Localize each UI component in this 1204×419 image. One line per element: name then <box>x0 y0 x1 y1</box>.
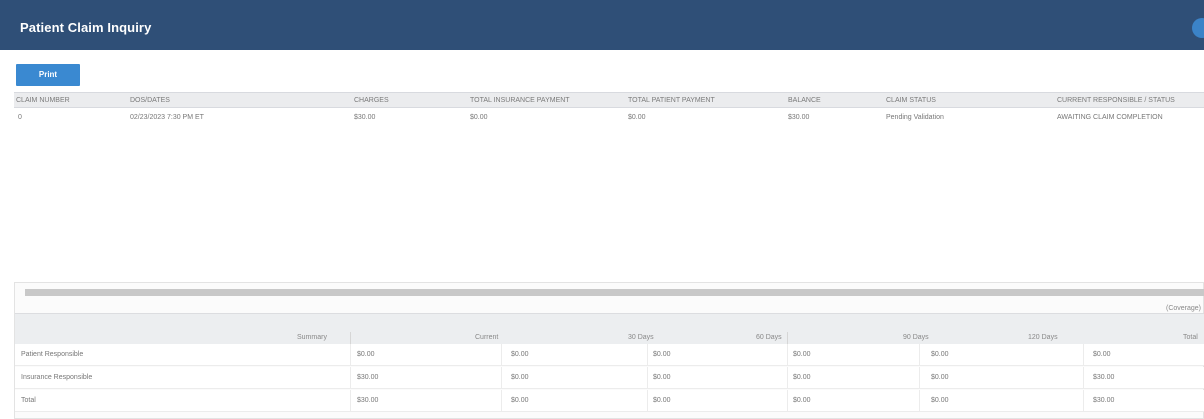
value-cell: $0.00 <box>793 374 811 381</box>
claims-table-header: CLAIM NUMBER DOS/DATES CHARGES TOTAL INS… <box>14 92 1204 108</box>
print-button[interactable]: Print <box>16 64 80 86</box>
value-cell: $0.00 <box>653 351 671 358</box>
value-cell: $0.00 <box>653 374 671 381</box>
value-cell: $30.00 <box>357 374 379 381</box>
row-label: Patient Responsible <box>21 351 84 358</box>
aging-summary-panel: (Coverage) Summary Current 30 Days 60 Da… <box>14 282 1204 419</box>
table-row: Total $30.00 $0.00 $0.00 $0.00 $0.00 $30… <box>15 390 1204 412</box>
column-header-current-responsible-status[interactable]: CURRENT RESPONSIBLE / STATUS <box>1057 97 1175 104</box>
value-cell: $0.00 <box>357 351 375 358</box>
column-header-90-days: 90 Days <box>903 334 929 341</box>
total-insurance-payment-cell: $0.00 <box>470 114 488 121</box>
page-header: Patient Claim Inquiry <box>0 0 1204 50</box>
column-divider <box>919 367 920 389</box>
claims-table: CLAIM NUMBER DOS/DATES CHARGES TOTAL INS… <box>14 92 1204 128</box>
column-divider <box>919 390 920 412</box>
table-row: Insurance Responsible $30.00 $0.00 $0.00… <box>15 367 1204 389</box>
column-header-total: Total <box>1183 334 1198 341</box>
summary-table-header: Summary Current 30 Days 60 Days 90 Days … <box>15 313 1204 348</box>
column-header-120-days: 120 Days <box>1028 334 1058 341</box>
column-header-claim-status[interactable]: CLAIM STATUS <box>886 97 936 104</box>
table-row: Patient Responsible $0.00 $0.00 $0.00 $0… <box>15 344 1204 366</box>
column-header-total-patient-payment[interactable]: TOTAL PATIENT PAYMENT <box>628 97 715 104</box>
column-header-charges[interactable]: CHARGES <box>354 97 389 104</box>
value-cell: $30.00 <box>357 397 379 404</box>
value-cell: $0.00 <box>931 397 949 404</box>
current-responsible-status-cell: AWAITING CLAIM COMPLETION <box>1057 114 1163 121</box>
column-header-60-days: 60 Days <box>756 334 782 341</box>
value-cell: $0.00 <box>511 397 529 404</box>
claim-status-cell: Pending Validation <box>886 114 944 121</box>
column-divider <box>647 344 648 366</box>
page-title: Patient Claim Inquiry <box>20 20 152 35</box>
column-divider <box>1083 390 1084 412</box>
total-patient-payment-cell: $0.00 <box>628 114 646 121</box>
column-divider <box>1083 367 1084 389</box>
coverage-label: (Coverage) <box>1165 305 1201 312</box>
column-divider <box>1083 344 1084 366</box>
value-cell: $0.00 <box>653 397 671 404</box>
value-cell: $0.00 <box>511 374 529 381</box>
value-cell: $0.00 <box>793 397 811 404</box>
column-divider <box>787 390 788 412</box>
column-header-balance[interactable]: BALANCE <box>788 97 821 104</box>
dos-dates-cell: 02/23/2023 7:30 PM ET <box>130 114 204 121</box>
column-divider <box>501 344 502 366</box>
column-header-current: Current <box>475 334 499 341</box>
column-divider <box>647 390 648 412</box>
column-divider <box>787 367 788 389</box>
column-divider <box>919 344 920 366</box>
column-divider <box>350 390 351 412</box>
value-cell: $0.00 <box>511 351 529 358</box>
value-cell: $0.00 <box>1093 351 1111 358</box>
column-divider <box>787 344 788 366</box>
column-header-summary: Summary <box>297 334 327 341</box>
value-cell: $30.00 <box>1093 397 1115 404</box>
column-divider <box>350 367 351 389</box>
value-cell: $0.00 <box>931 351 949 358</box>
value-cell: $0.00 <box>793 351 811 358</box>
user-avatar-icon[interactable] <box>1192 18 1204 38</box>
table-row[interactable]: 0 02/23/2023 7:30 PM ET $30.00 $0.00 $0.… <box>14 108 1204 128</box>
row-label: Total <box>21 397 36 404</box>
column-divider <box>501 367 502 389</box>
column-header-total-insurance-payment[interactable]: TOTAL INSURANCE PAYMENT <box>470 97 570 104</box>
column-divider <box>350 344 351 366</box>
value-cell: $30.00 <box>1093 374 1115 381</box>
horizontal-scrollbar[interactable] <box>25 289 1204 296</box>
row-label: Insurance Responsible <box>21 374 93 381</box>
column-header-claim-number[interactable]: CLAIM NUMBER <box>16 97 70 104</box>
charges-cell: $30.00 <box>354 114 376 121</box>
value-cell: $0.00 <box>931 374 949 381</box>
balance-cell: $30.00 <box>788 114 810 121</box>
claim-number-cell: 0 <box>18 114 22 121</box>
column-header-dos-dates[interactable]: DOS/DATES <box>130 97 170 104</box>
column-divider <box>647 367 648 389</box>
column-header-30-days: 30 Days <box>628 334 654 341</box>
column-divider <box>501 390 502 412</box>
